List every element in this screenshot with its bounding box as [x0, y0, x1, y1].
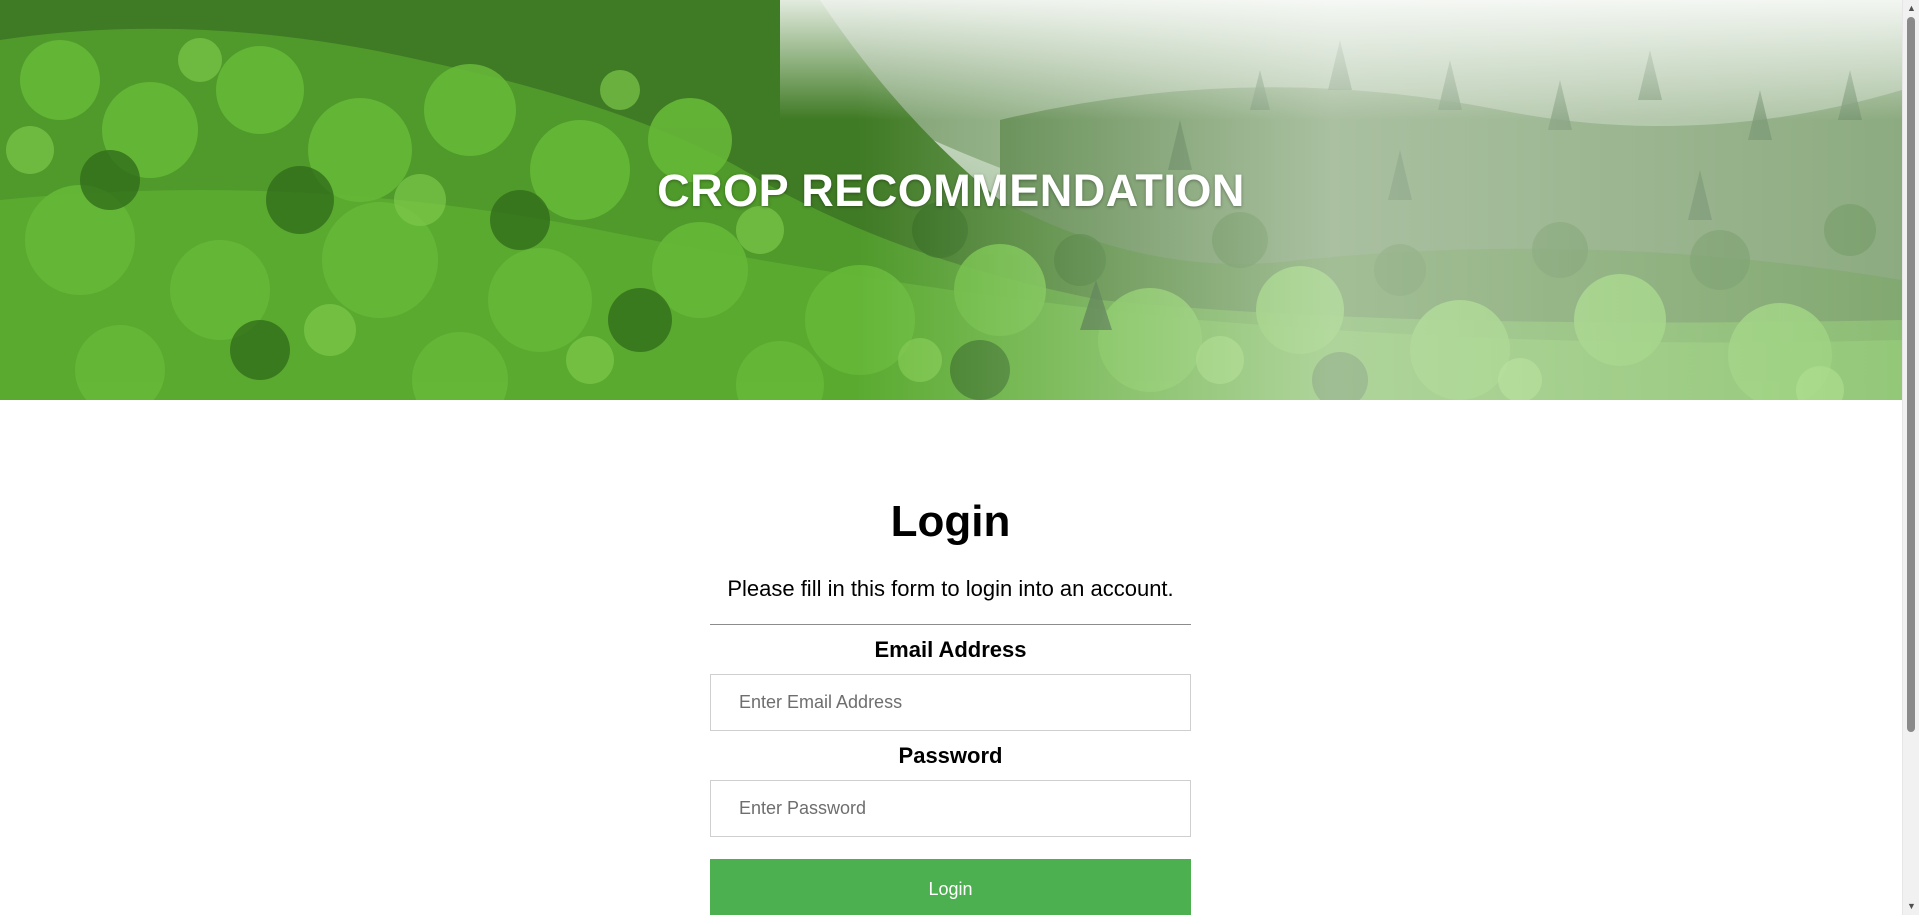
scroll-up-icon[interactable]: ▲	[1903, 0, 1919, 17]
scroll-down-icon[interactable]: ▼	[1903, 898, 1919, 915]
hero-title: CROP RECOMMENDATION	[657, 165, 1245, 216]
login-subtitle: Please fill in this form to login into a…	[727, 576, 1174, 601]
login-button[interactable]: Login	[710, 859, 1191, 915]
vertical-scrollbar[interactable]: ▲ ▼	[1902, 0, 1919, 915]
password-label: Password	[898, 743, 1003, 768]
email-field[interactable]	[710, 674, 1191, 731]
page: CROP RECOMMENDATION Login Please fill in…	[0, 0, 1902, 915]
login-heading: Login	[890, 497, 1011, 546]
email-label: Email Address	[874, 637, 1027, 662]
browser-viewport: CROP RECOMMENDATION Login Please fill in…	[0, 0, 1919, 915]
password-field[interactable]	[710, 780, 1191, 837]
login-form: Login Please fill in this form to login …	[710, 490, 1191, 915]
form-divider	[710, 624, 1191, 625]
hero-banner: CROP RECOMMENDATION	[0, 0, 1902, 400]
scroll-thumb[interactable]	[1907, 17, 1915, 732]
